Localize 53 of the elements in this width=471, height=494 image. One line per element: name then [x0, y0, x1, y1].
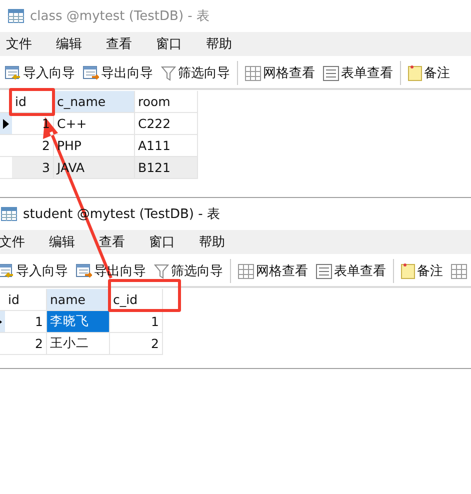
form-icon	[316, 264, 332, 278]
toolbar-button[interactable]: 备注	[407, 64, 451, 82]
menu-item[interactable]: 文件	[6, 35, 56, 53]
menu-item[interactable]: 查看	[99, 233, 149, 251]
menu-item[interactable]: 编辑	[56, 35, 106, 53]
grid-icon	[451, 264, 467, 278]
table-export-icon	[83, 66, 99, 80]
menu-item[interactable]: 查看	[106, 35, 156, 53]
menu-item[interactable]: 帮助	[199, 233, 249, 251]
toolbar-button[interactable]: 表单查看	[322, 64, 394, 82]
row-pointer-icon	[3, 118, 9, 128]
table-cell: PHP	[54, 135, 135, 157]
window-title: class @mytest (TestDB) - 表	[30, 8, 210, 25]
highlight-frame	[9, 88, 55, 116]
note-icon	[408, 65, 422, 81]
table-cell: 1	[5, 311, 47, 333]
column-header[interactable]: c_name	[54, 91, 135, 113]
table-cell: C++	[54, 113, 135, 135]
toolbar-button[interactable]: 网格查看	[237, 262, 309, 280]
table-cell: A111	[135, 135, 198, 157]
menu-item[interactable]: 编辑	[49, 233, 99, 251]
grid-icon	[245, 66, 261, 80]
toolbar-button[interactable]: 筛选向导	[160, 64, 231, 82]
menu-item[interactable]: 帮助	[206, 35, 256, 53]
table-icon	[8, 9, 24, 23]
table-cell: 李晓飞	[47, 311, 110, 333]
toolbar-button[interactable]: 导入向导	[4, 64, 76, 82]
table-export-icon	[76, 264, 92, 278]
table-cell: 3	[12, 157, 54, 179]
menu-item[interactable]: 窗口	[156, 35, 206, 53]
table-cell: C222	[135, 113, 198, 135]
table-import-icon	[5, 66, 21, 80]
toolbar-button[interactable]: 网格查看	[244, 64, 316, 82]
table-cell: 2	[5, 333, 47, 355]
toolbar-button[interactable]: 导入向导	[0, 262, 69, 280]
menu-item[interactable]: 窗口	[149, 233, 199, 251]
column-header[interactable]: room	[135, 91, 198, 113]
grid-icon	[238, 264, 254, 278]
toolbar-button[interactable]	[450, 264, 468, 278]
table-cell: 2	[110, 333, 163, 355]
toolbar-button[interactable]: 筛选向导	[153, 262, 224, 280]
table-cell: 1	[110, 311, 163, 333]
funnel-icon	[161, 66, 176, 80]
toolbar-button[interactable]: 导出向导	[82, 64, 154, 82]
funnel-icon	[154, 264, 169, 278]
toolbar-button[interactable]: 表单查看	[315, 262, 387, 280]
table-cell: 王小二	[47, 333, 110, 355]
column-header[interactable]: id	[5, 289, 47, 311]
table-cell: B121	[135, 157, 198, 179]
note-icon	[401, 263, 415, 279]
form-icon	[323, 66, 339, 80]
column-header[interactable]: name	[47, 289, 110, 311]
toolbar-button[interactable]: 备注	[400, 262, 444, 280]
